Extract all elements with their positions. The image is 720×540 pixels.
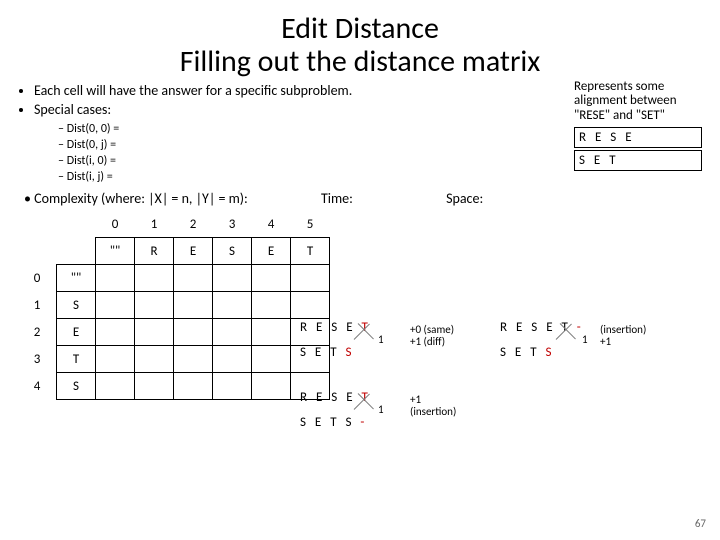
side-note: Represents some alignment between "RESE"… bbox=[574, 80, 702, 123]
complexity-label: Complexity (where: |X| = n, |Y| = m): bbox=[34, 190, 248, 207]
time-label: Time: bbox=[321, 190, 353, 207]
alignment-b: S E T bbox=[574, 150, 702, 171]
sub-bullet: Dist(i, j) = bbox=[58, 170, 702, 184]
page-number: 67 bbox=[695, 517, 706, 530]
space-label: Space: bbox=[446, 190, 483, 207]
distance-matrix: 012345 ""RESET 0"" 1S 2E 3T 4S bbox=[18, 211, 330, 400]
page-subtitle: Filling out the distance matrix bbox=[18, 43, 702, 80]
alignment-a: R E S E bbox=[574, 127, 702, 148]
page-title: Edit Distance bbox=[18, 10, 702, 47]
